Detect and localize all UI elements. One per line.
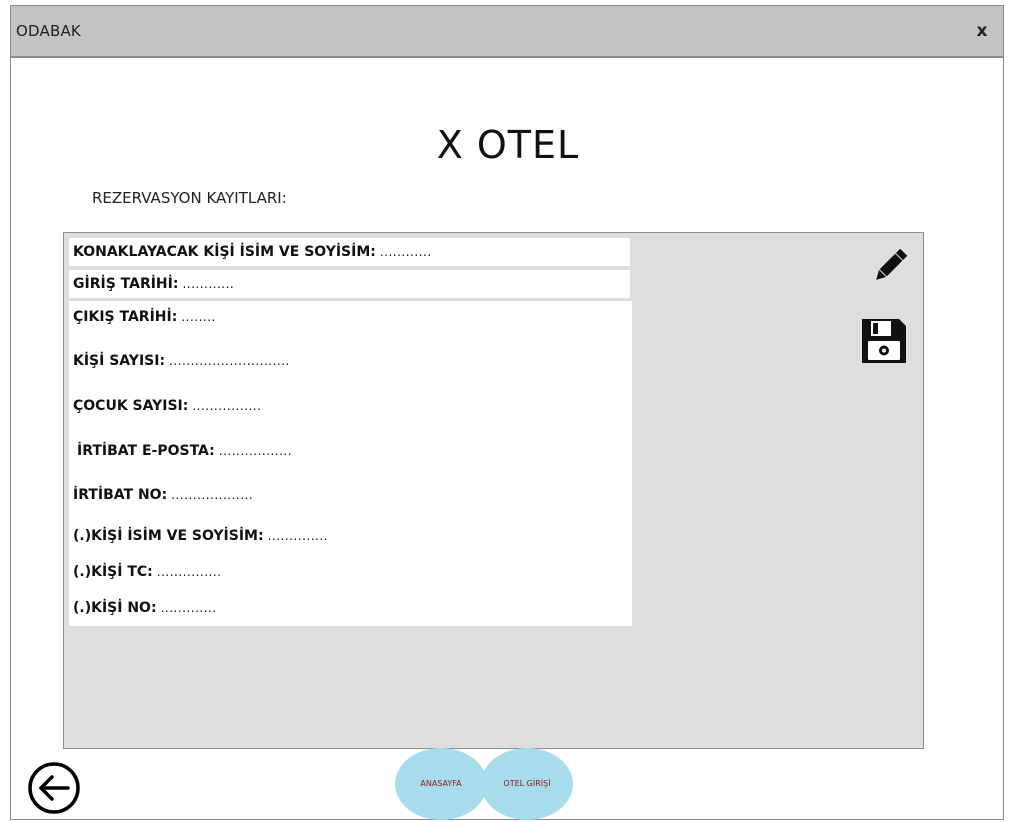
field-value: ................ (192, 399, 262, 413)
field-check-in-date[interactable]: GİRİŞ TARİHİ:............ (69, 270, 630, 298)
field-label: KİŞİ SAYISI: (73, 353, 166, 369)
floppy-disk-icon[interactable] (859, 316, 909, 366)
field-contact-email[interactable]: İRTİBAT E-POSTA:................. (73, 443, 292, 459)
field-label: ÇIKIŞ TARİHİ: (73, 309, 178, 325)
field-value: ............. (160, 601, 217, 615)
field-child-count[interactable]: ÇOCUK SAYISI:................ (69, 398, 261, 414)
app-window: ODABAK x X OTEL REZERVASYON KAYITLARI: K… (10, 5, 1004, 820)
hotel-title: X OTEL (436, 123, 580, 167)
home-button[interactable]: ANASAYFA (395, 748, 487, 820)
window-title: ODABAK (16, 22, 81, 40)
arrow-left-circle-icon[interactable] (27, 761, 81, 815)
fields-block: ÇIKIŞ TARİHİ:........ KİŞİ SAYISI:......… (69, 301, 632, 626)
field-value: ........ (181, 310, 216, 324)
title-bar: ODABAK x (11, 6, 1003, 58)
field-value: ............ (182, 277, 235, 291)
field-value: ............................ (169, 354, 290, 368)
hotel-login-button[interactable]: OTEL GİRİŞİ (481, 748, 573, 820)
field-person-fullname[interactable]: (.)KİŞİ İSİM VE SOYİSİM:.............. (69, 528, 328, 544)
field-contact-phone[interactable]: İRTİBAT NO:................... (69, 487, 253, 503)
field-value: ................... (171, 488, 254, 502)
field-label: (.)KİŞİ İSİM VE SOYİSİM: (73, 528, 264, 544)
field-label: ÇOCUK SAYISI: (73, 398, 189, 414)
pencil-icon[interactable] (869, 243, 913, 287)
field-label: (.)KİŞİ NO: (73, 600, 157, 616)
field-value: .............. (267, 529, 328, 543)
reservation-panel: KONAKLAYACAK KİŞİ İSİM VE SOYİSİM:......… (63, 232, 924, 749)
field-value: ............ (379, 245, 432, 259)
field-person-tc[interactable]: (.)KİŞİ TC:............... (69, 564, 221, 580)
field-label: KONAKLAYACAK KİŞİ İSİM VE SOYİSİM: (73, 244, 376, 260)
field-person-count[interactable]: KİŞİ SAYISI:............................ (69, 353, 290, 369)
field-guest-name[interactable]: KONAKLAYACAK KİŞİ İSİM VE SOYİSİM:......… (69, 238, 630, 266)
field-label: İRTİBAT E-POSTA: (77, 443, 215, 459)
field-label: (.)KİŞİ TC: (73, 564, 153, 580)
close-button[interactable]: x (971, 20, 993, 42)
field-person-no[interactable]: (.)KİŞİ NO:............. (69, 600, 217, 616)
field-value: ............... (156, 565, 222, 579)
field-check-out-date[interactable]: ÇIKIŞ TARİHİ:........ (69, 309, 216, 325)
field-label: İRTİBAT NO: (73, 487, 168, 503)
section-label: REZERVASYON KAYITLARI: (92, 189, 287, 207)
field-value: ................. (218, 444, 293, 458)
field-label: GİRİŞ TARİHİ: (73, 276, 179, 292)
